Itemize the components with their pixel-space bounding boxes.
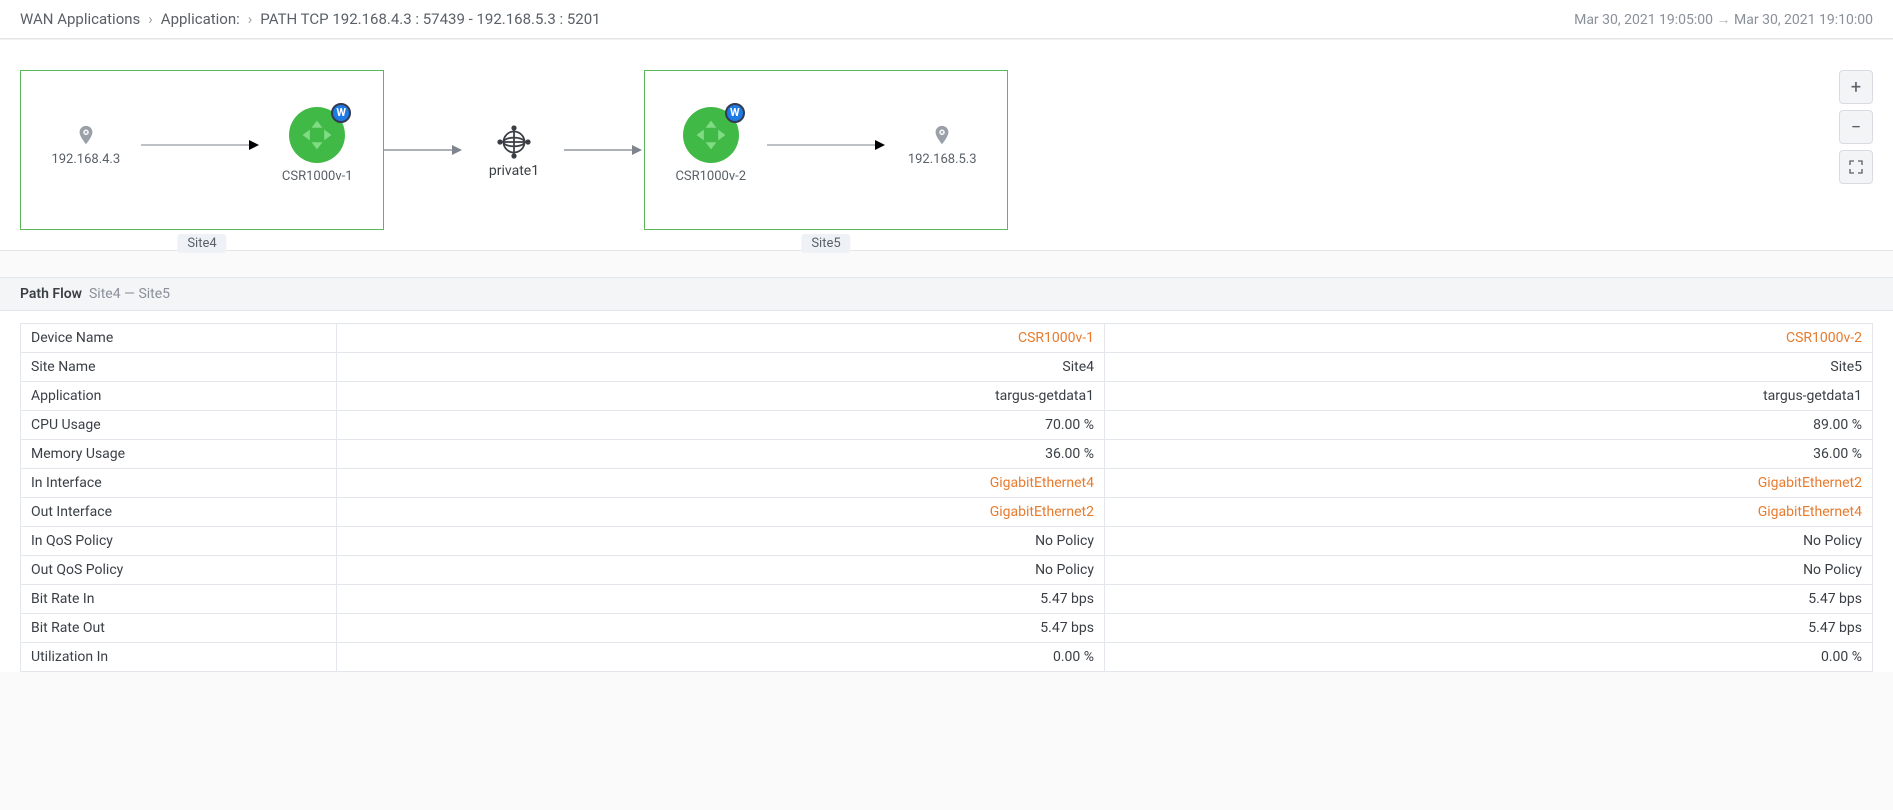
breadcrumb-path-title: PATH TCP 192.168.4.3 : 57439 - 192.168.5… (260, 10, 600, 28)
row-label: CPU Usage (21, 411, 337, 440)
table-row: Device NameCSR1000v-1CSR1000v-2 (21, 324, 1873, 353)
breadcrumb-bar: WAN Applications › Application: › PATH T… (0, 0, 1893, 39)
row-value-device1: 5.47 bps (337, 585, 1105, 614)
arrow-right-icon: → (1717, 12, 1734, 28)
table-row: Out InterfaceGigabitEthernet2GigabitEthe… (21, 498, 1873, 527)
table-row: Memory Usage36.00 %36.00 % (21, 440, 1873, 469)
panel-subtitle-text: Site4 — Site5 (89, 286, 170, 302)
waas-badge-icon: W (725, 103, 745, 123)
row-value-device2[interactable]: GigabitEthernet4 (1105, 498, 1873, 527)
site-box[interactable]: W CSR1000v-2 192.168.5.3 Site5 (644, 70, 1008, 230)
host-pin-icon (931, 124, 953, 146)
row-value-device1: Site4 (337, 353, 1105, 382)
row-label: Bit Rate In (21, 585, 337, 614)
row-value-device2[interactable]: CSR1000v-2 (1105, 324, 1873, 353)
table-row: Bit Rate Out5.47 bps5.47 bps (21, 614, 1873, 643)
host-node[interactable]: 192.168.5.3 (908, 124, 977, 167)
expand-icon (1848, 159, 1864, 175)
network-cloud-icon (493, 121, 535, 163)
row-value-device1[interactable]: CSR1000v-1 (337, 324, 1105, 353)
site-container-site5: W CSR1000v-2 192.168.5.3 Site5 (644, 70, 1008, 230)
host-node[interactable]: 192.168.4.3 (51, 124, 120, 167)
router-name-label: CSR1000v-1 (282, 169, 353, 184)
topology-row: 192.168.4.3 W (20, 70, 1873, 230)
topology-controls: + − (1839, 70, 1873, 184)
router-icon: W (683, 107, 739, 163)
link-arrow-icon (141, 135, 261, 155)
table-row: CPU Usage70.00 %89.00 % (21, 411, 1873, 440)
row-label: Utilization In (21, 643, 337, 672)
row-value-device1[interactable]: GigabitEthernet4 (337, 469, 1105, 498)
row-value-device1: 0.00 % (337, 643, 1105, 672)
topology-link (384, 70, 464, 230)
row-value-device1: 70.00 % (337, 411, 1105, 440)
path-flow-table: Device NameCSR1000v-1CSR1000v-2Site Name… (20, 323, 1873, 672)
table-row: Applicationtargus-getdata1targus-getdata… (21, 382, 1873, 411)
host-ip-label: 192.168.5.3 (908, 152, 977, 167)
host-ip-label: 192.168.4.3 (51, 152, 120, 167)
row-value-device1: No Policy (337, 556, 1105, 585)
site-label: Site4 (177, 234, 226, 253)
row-label: Site Name (21, 353, 337, 382)
waas-badge-icon: W (331, 103, 351, 123)
table-row: Bit Rate In5.47 bps5.47 bps (21, 585, 1873, 614)
router-node[interactable]: W CSR1000v-2 (675, 107, 746, 184)
row-label: Device Name (21, 324, 337, 353)
time-from: Mar 30, 2021 19:05:00 (1574, 12, 1713, 28)
row-value-device2: Site5 (1105, 353, 1873, 382)
time-range[interactable]: Mar 30, 2021 19:05:00 → Mar 30, 2021 19:… (1574, 11, 1873, 28)
topology-canvas[interactable]: + − 192.168.4.3 (0, 39, 1893, 251)
row-label: Memory Usage (21, 440, 337, 469)
row-label: Out Interface (21, 498, 337, 527)
router-name-label: CSR1000v-2 (675, 169, 746, 184)
row-value-device2[interactable]: GigabitEthernet2 (1105, 469, 1873, 498)
row-value-device2: 5.47 bps (1105, 614, 1873, 643)
table-row: Site NameSite4Site5 (21, 353, 1873, 382)
transport-node[interactable]: private1 (464, 70, 564, 230)
row-label: Out QoS Policy (21, 556, 337, 585)
row-label: Bit Rate Out (21, 614, 337, 643)
router-node[interactable]: W CSR1000v-1 (282, 107, 353, 184)
row-value-device1: No Policy (337, 527, 1105, 556)
zoom-out-button[interactable]: − (1839, 110, 1873, 144)
row-value-device1: 36.00 % (337, 440, 1105, 469)
row-value-device2: 5.47 bps (1105, 585, 1873, 614)
row-value-device2: 89.00 % (1105, 411, 1873, 440)
host-pin-icon (75, 124, 97, 146)
time-to: Mar 30, 2021 19:10:00 (1734, 12, 1873, 28)
table-row: In QoS PolicyNo PolicyNo Policy (21, 527, 1873, 556)
row-value-device2: No Policy (1105, 556, 1873, 585)
table-row: In InterfaceGigabitEthernet4GigabitEther… (21, 469, 1873, 498)
row-label: In Interface (21, 469, 337, 498)
breadcrumb-app[interactable]: Application: (161, 10, 240, 28)
row-value-device2: No Policy (1105, 527, 1873, 556)
link-arrow-icon (767, 135, 887, 155)
row-value-device1: targus-getdata1 (337, 382, 1105, 411)
path-flow-table-area: Device NameCSR1000v-1CSR1000v-2Site Name… (0, 311, 1893, 672)
row-value-device2: 0.00 % (1105, 643, 1873, 672)
table-row: Utilization In0.00 %0.00 % (21, 643, 1873, 672)
row-label: Application (21, 382, 337, 411)
site-container-site4: 192.168.4.3 W (20, 70, 384, 230)
zoom-in-button[interactable]: + (1839, 70, 1873, 104)
row-value-device1: 5.47 bps (337, 614, 1105, 643)
breadcrumb-root[interactable]: WAN Applications (20, 10, 140, 28)
row-label: In QoS Policy (21, 527, 337, 556)
transport-label: private1 (489, 163, 539, 179)
chevron-right-icon: › (248, 10, 253, 28)
panel-title: Path Flow (20, 286, 82, 302)
path-flow-header: Path Flow Site4 — Site5 (0, 277, 1893, 311)
fit-screen-button[interactable] (1839, 150, 1873, 184)
site-label: Site5 (801, 234, 850, 253)
router-icon: W (289, 107, 345, 163)
row-value-device1[interactable]: GigabitEthernet2 (337, 498, 1105, 527)
site-box[interactable]: 192.168.4.3 W (20, 70, 384, 230)
breadcrumb: WAN Applications › Application: › PATH T… (20, 10, 601, 28)
table-row: Out QoS PolicyNo PolicyNo Policy (21, 556, 1873, 585)
row-value-device2: targus-getdata1 (1105, 382, 1873, 411)
topology-link (564, 70, 644, 230)
chevron-right-icon: › (148, 10, 153, 28)
row-value-device2: 36.00 % (1105, 440, 1873, 469)
